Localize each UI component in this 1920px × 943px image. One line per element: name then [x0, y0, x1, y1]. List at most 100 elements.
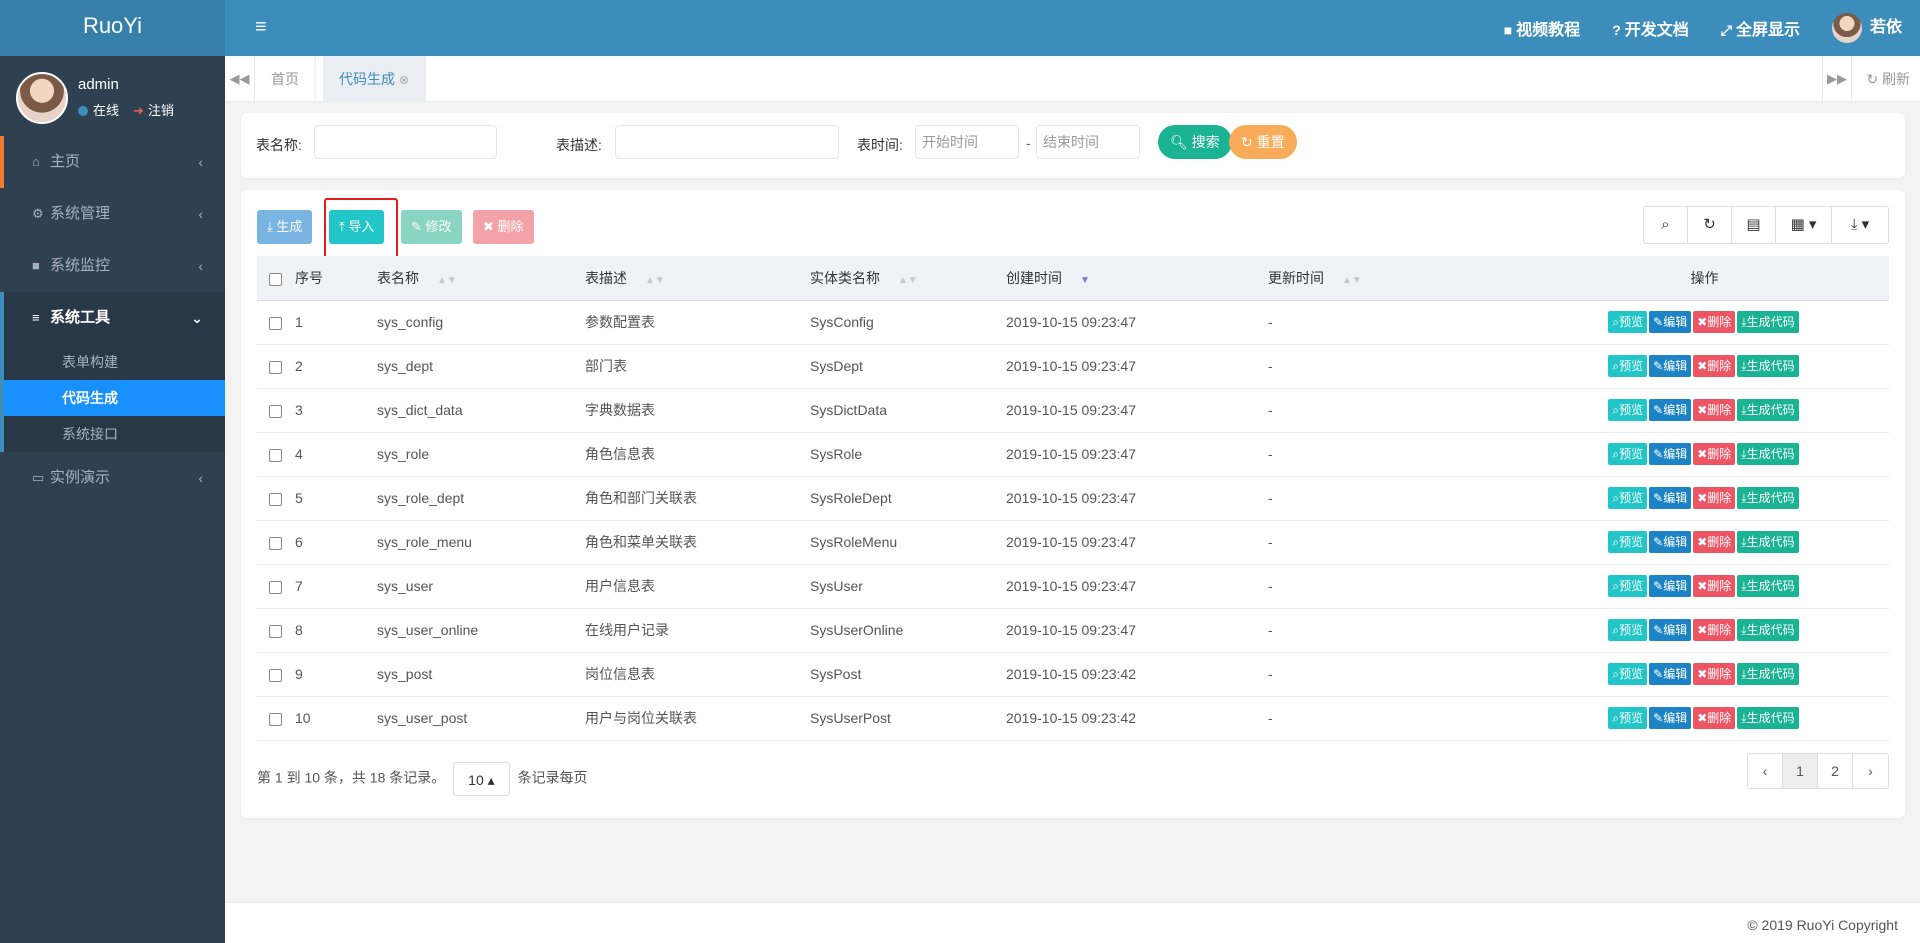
page-2[interactable]: 2: [1818, 754, 1853, 788]
preview-button[interactable]: ⌕预览: [1608, 487, 1648, 509]
page-next[interactable]: ›: [1853, 754, 1888, 788]
table-row[interactable]: 6 sys_role_menu 角色和菜单关联表 SysRoleMenu 2019-10…: [257, 520, 1889, 565]
row-checkbox[interactable]: [269, 712, 282, 726]
refresh-icon[interactable]: ↻: [1688, 207, 1732, 243]
sidebar-item-demo[interactable]: ▭ 实例演示 ‹: [0, 452, 225, 504]
reset-button[interactable]: ↻ 重置: [1229, 125, 1297, 159]
close-icon[interactable]: ⊗: [399, 73, 409, 87]
columns-icon[interactable]: ▦ ▾: [1776, 207, 1832, 243]
edit-button[interactable]: ✎编辑: [1649, 707, 1692, 729]
generate-code-button[interactable]: ⤓生成代码: [1737, 575, 1799, 597]
table-row[interactable]: 7 sys_user 用户信息表 SysUser 2019-10-15 09:23:47…: [257, 564, 1889, 609]
col-create-time[interactable]: 创建时间 ▼: [1000, 256, 1262, 301]
edit-button[interactable]: ✎编辑: [1649, 355, 1692, 377]
table-row[interactable]: 8 sys_user_online 在线用户记录 SysUserOnline 2019-…: [257, 608, 1889, 653]
tab-code-gen[interactable]: 代码生成 ⊗: [323, 56, 427, 102]
table-row[interactable]: 10 sys_user_post 用户与岗位关联表 SysUserPost 2019-1…: [257, 696, 1889, 741]
edit-button[interactable]: ✎编辑: [1649, 619, 1692, 641]
card-view-icon[interactable]: ▤: [1732, 207, 1776, 243]
delete-row-button[interactable]: ✖删除: [1693, 399, 1736, 421]
row-checkbox[interactable]: [269, 360, 282, 374]
tab-scroll-left-icon[interactable]: ◀◀: [225, 56, 255, 102]
start-time-input[interactable]: [915, 125, 1019, 159]
delete-row-button[interactable]: ✖删除: [1693, 355, 1736, 377]
modify-button[interactable]: ✎ 修改: [401, 210, 462, 244]
logout-link[interactable]: ➜ 注销: [133, 100, 174, 119]
select-all-checkbox[interactable]: [269, 272, 282, 286]
sidebar-item-home[interactable]: ⌂ 主页 ‹: [0, 136, 225, 188]
preview-button[interactable]: ⌕预览: [1608, 311, 1648, 333]
sidebar-item-system-management[interactable]: ⚙ 系统管理 ‹: [0, 188, 225, 240]
col-table-name[interactable]: 表名称 ▲▼: [371, 256, 579, 301]
page-1[interactable]: 1: [1783, 754, 1818, 788]
delete-row-button[interactable]: ✖删除: [1693, 575, 1736, 597]
row-checkbox[interactable]: [269, 448, 282, 462]
end-time-input[interactable]: [1036, 125, 1140, 159]
row-checkbox[interactable]: [269, 580, 282, 594]
fullscreen-link[interactable]: ⤢ 全屏显示: [1721, 16, 1800, 40]
delete-row-button[interactable]: ✖删除: [1693, 531, 1736, 553]
delete-row-button[interactable]: ✖删除: [1693, 707, 1736, 729]
delete-button[interactable]: ✖ 删除: [473, 210, 534, 244]
row-checkbox[interactable]: [269, 624, 282, 638]
table-row[interactable]: 3 sys_dict_data 字典数据表 SysDictData 2019-10-15…: [257, 388, 1889, 433]
generate-code-button[interactable]: ⤓生成代码: [1737, 443, 1799, 465]
preview-button[interactable]: ⌕预览: [1608, 399, 1648, 421]
video-tutorial-link[interactable]: ■ 视频教程: [1504, 16, 1580, 40]
sidebar-item-form-builder[interactable]: 表单构建: [4, 344, 225, 380]
generate-code-button[interactable]: ⤓生成代码: [1737, 355, 1799, 377]
sidebar-item-system-api[interactable]: 系统接口: [4, 416, 225, 452]
tab-scroll-right-icon[interactable]: ▶▶: [1822, 56, 1852, 102]
preview-button[interactable]: ⌕预览: [1608, 443, 1648, 465]
search-button[interactable]: 🔍︎ 搜索: [1158, 125, 1232, 159]
tab-home[interactable]: 首页: [255, 56, 316, 102]
row-checkbox[interactable]: [269, 536, 282, 550]
table-row[interactable]: 9 sys_post 岗位信息表 SysPost 2019-10-15 09:23:42…: [257, 652, 1889, 697]
edit-button[interactable]: ✎编辑: [1649, 487, 1692, 509]
avatar[interactable]: [16, 72, 68, 124]
table-row[interactable]: 5 sys_role_dept 角色和部门关联表 SysRoleDept 2019-10…: [257, 476, 1889, 521]
user-menu[interactable]: 若依: [1831, 13, 1902, 43]
edit-button[interactable]: ✎编辑: [1649, 399, 1692, 421]
col-table-desc[interactable]: 表描述 ▲▼: [579, 256, 804, 301]
generate-code-button[interactable]: ⤓生成代码: [1737, 707, 1799, 729]
export-icon[interactable]: ⤓ ▾: [1832, 207, 1888, 243]
table-row[interactable]: 1 sys_config 参数配置表 SysConfig 2019-10-15 09:2…: [257, 300, 1889, 345]
generate-button[interactable]: ⤓ 生成: [257, 210, 313, 244]
generate-code-button[interactable]: ⤓生成代码: [1737, 399, 1799, 421]
delete-row-button[interactable]: ✖删除: [1693, 487, 1736, 509]
app-logo[interactable]: RuoYi: [0, 0, 225, 56]
col-class-name[interactable]: 实体类名称 ▲▼: [804, 256, 1000, 301]
generate-code-button[interactable]: ⤓生成代码: [1737, 487, 1799, 509]
sidebar-item-code-gen[interactable]: 代码生成: [4, 380, 225, 416]
sidebar-item-system-monitor[interactable]: ■ 系统监控 ‹: [0, 240, 225, 292]
preview-button[interactable]: ⌕预览: [1608, 575, 1648, 597]
page-size-select[interactable]: 10 ▴: [453, 762, 510, 796]
table-row[interactable]: 2 sys_dept 部门表 SysDept 2019-10-15 09:23:47- ⌕…: [257, 344, 1889, 389]
table-name-input[interactable]: [314, 125, 497, 159]
preview-button[interactable]: ⌕预览: [1608, 619, 1648, 641]
search-toggle-icon[interactable]: ⌕: [1644, 207, 1688, 243]
edit-button[interactable]: ✎编辑: [1649, 663, 1692, 685]
edit-button[interactable]: ✎编辑: [1649, 531, 1692, 553]
row-checkbox[interactable]: [269, 316, 282, 330]
table-row[interactable]: 4 sys_role 角色信息表 SysRole 2019-10-15 09:23:47…: [257, 432, 1889, 477]
dev-docs-link[interactable]: ? 开发文档: [1612, 16, 1689, 40]
row-checkbox[interactable]: [269, 492, 282, 506]
edit-button[interactable]: ✎编辑: [1649, 575, 1692, 597]
menu-toggle-icon[interactable]: ≡: [255, 16, 267, 39]
row-checkbox[interactable]: [269, 404, 282, 418]
delete-row-button[interactable]: ✖删除: [1693, 443, 1736, 465]
generate-code-button[interactable]: ⤓生成代码: [1737, 311, 1799, 333]
table-desc-input[interactable]: [615, 125, 839, 159]
generate-code-button[interactable]: ⤓生成代码: [1737, 619, 1799, 641]
delete-row-button[interactable]: ✖删除: [1693, 663, 1736, 685]
sidebar-item-system-tools[interactable]: ≡ 系统工具 ⌄: [0, 292, 225, 344]
page-prev[interactable]: ‹: [1748, 754, 1783, 788]
row-checkbox[interactable]: [269, 668, 282, 682]
refresh-tab-button[interactable]: ↻ 刷新: [1856, 56, 1910, 102]
generate-code-button[interactable]: ⤓生成代码: [1737, 663, 1799, 685]
edit-button[interactable]: ✎编辑: [1649, 443, 1692, 465]
preview-button[interactable]: ⌕预览: [1608, 531, 1648, 553]
delete-row-button[interactable]: ✖删除: [1693, 311, 1736, 333]
